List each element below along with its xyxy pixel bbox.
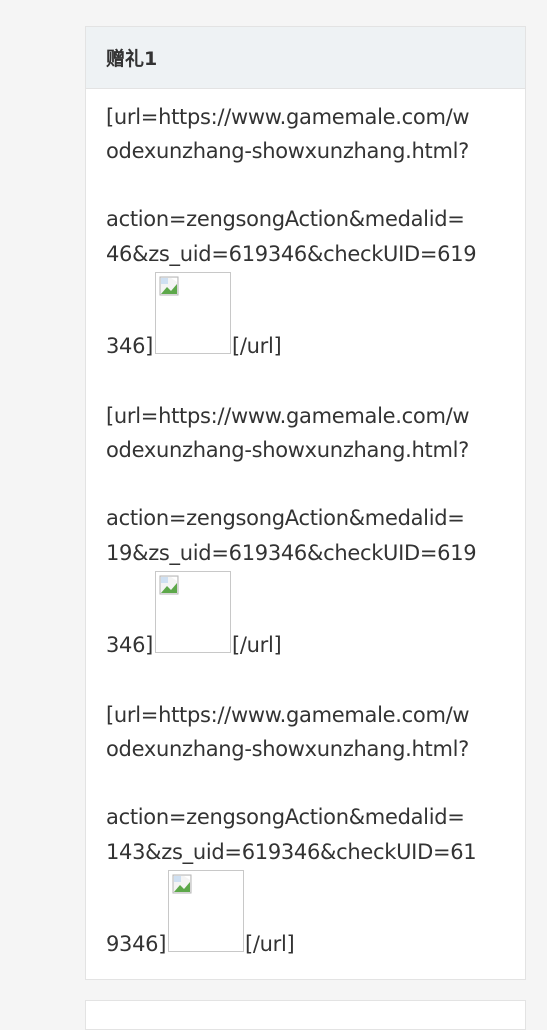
entry-1-line-5-prefix: 346]: [106, 334, 154, 358]
panel-header: 赠礼1: [86, 27, 525, 89]
entry-2-line-4: 19&zs_uid=619346&checkUID=619: [106, 541, 477, 565]
entry-1-line-4: 46&zs_uid=619346&checkUID=619: [106, 242, 477, 266]
panel-title: 赠礼1: [106, 48, 158, 70]
entry-1-url-close: [/url]: [232, 334, 282, 358]
entry-3-line-5-prefix: 9346]: [106, 932, 167, 956]
next-panel: [85, 1000, 526, 1030]
entry-1-line-2: odexunzhang-showxunzhang.html?: [106, 139, 470, 163]
entry-1-line-1: [url=https://www.gamemale.com/w: [106, 105, 470, 129]
medal-image-2: [155, 571, 231, 653]
medal-image-3: [168, 870, 244, 952]
entry-2-line-2: odexunzhang-showxunzhang.html?: [106, 438, 470, 462]
entry-1-line-3: action=zengsongAction&medalid=: [106, 207, 465, 231]
entry-3-url-close: [/url]: [245, 932, 295, 956]
entry-2-line-5-prefix: 346]: [106, 633, 154, 657]
broken-image-icon: [159, 575, 179, 595]
entry-3-line-2: odexunzhang-showxunzhang.html?: [106, 737, 470, 761]
entry-2-line-3: action=zengsongAction&medalid=: [106, 506, 465, 530]
entry-3-line-1: [url=https://www.gamemale.com/w: [106, 703, 470, 727]
entry-3-line-3: action=zengsongAction&medalid=: [106, 805, 465, 829]
gift-panel: 赠礼1 [url=https://www.gamemale.com/w odex…: [85, 26, 526, 980]
entry-3-line-4: 143&zs_uid=619346&checkUID=61: [106, 840, 477, 864]
broken-image-icon: [159, 276, 179, 296]
broken-image-icon: [172, 874, 192, 894]
entry-2-url-close: [/url]: [232, 633, 282, 657]
entry-2-line-1: [url=https://www.gamemale.com/w: [106, 404, 470, 428]
medal-image-1: [155, 272, 231, 354]
